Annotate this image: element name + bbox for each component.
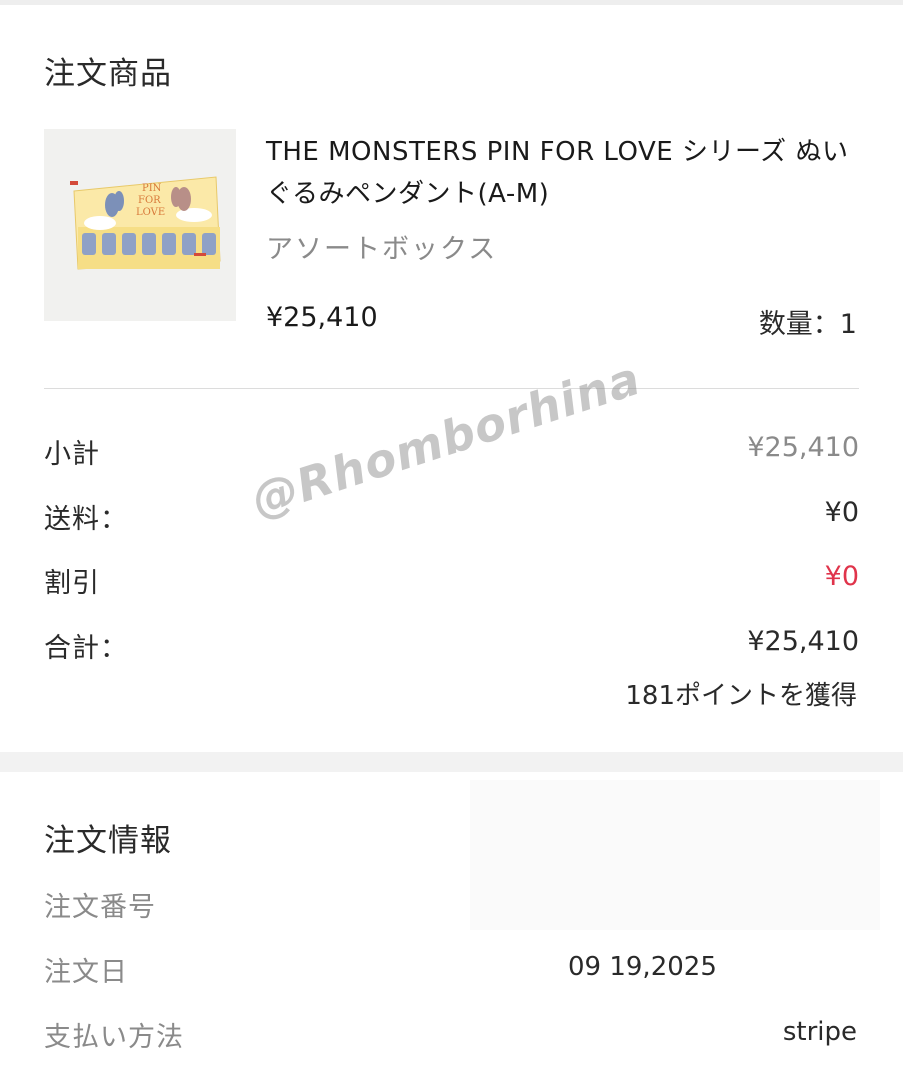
- total-value: ¥25,410: [747, 626, 859, 657]
- total-label: 合計：: [44, 633, 128, 664]
- discount-label: 割引: [44, 568, 100, 599]
- subtotal-label: 小計: [44, 439, 100, 470]
- product-image[interactable]: PIN FOR LOVE: [44, 129, 236, 321]
- payment-method-value: stripe: [782, 1017, 857, 1047]
- order-info-title: 注文情報: [44, 823, 172, 859]
- redacted-area: [470, 780, 880, 930]
- svg-text:LOVE: LOVE: [136, 207, 165, 218]
- payment-method-label: 支払い方法: [44, 1022, 184, 1053]
- order-detail-page: 注文商品 PIN FOR LOVE THE MONSTERS PIN FOR L…: [0, 0, 903, 1080]
- order-date-value: 09 19,2025: [568, 952, 717, 982]
- svg-text:FOR: FOR: [138, 195, 161, 206]
- product-variant: アソートボックス: [266, 234, 498, 265]
- total-row: 合計： ¥25,410: [44, 626, 859, 666]
- product-box-illustration: PIN FOR LOVE: [44, 129, 236, 321]
- order-number-label: 注文番号: [44, 892, 156, 923]
- items-divider: [44, 388, 859, 389]
- shipping-value: ¥0: [824, 497, 859, 528]
- subtotal-value: ¥25,410: [747, 432, 859, 463]
- top-divider: [0, 0, 903, 5]
- discount-row: 割引 ¥0: [44, 561, 859, 601]
- discount-value: ¥0: [824, 561, 859, 592]
- points-earned: 181ポイントを獲得: [625, 681, 857, 711]
- order-items-title: 注文商品: [44, 56, 172, 92]
- shipping-label: 送料：: [44, 504, 128, 535]
- product-quantity: 数量：1: [758, 309, 857, 340]
- product-image-text: PIN: [142, 183, 162, 194]
- product-price: ¥25,410: [266, 302, 378, 333]
- shipping-row: 送料： ¥0: [44, 497, 859, 537]
- section-separator: [0, 752, 903, 772]
- order-date-label: 注文日: [44, 957, 128, 988]
- product-name[interactable]: THE MONSTERS PIN FOR LOVE シリーズ ぬいぐるみペンダン…: [266, 131, 856, 215]
